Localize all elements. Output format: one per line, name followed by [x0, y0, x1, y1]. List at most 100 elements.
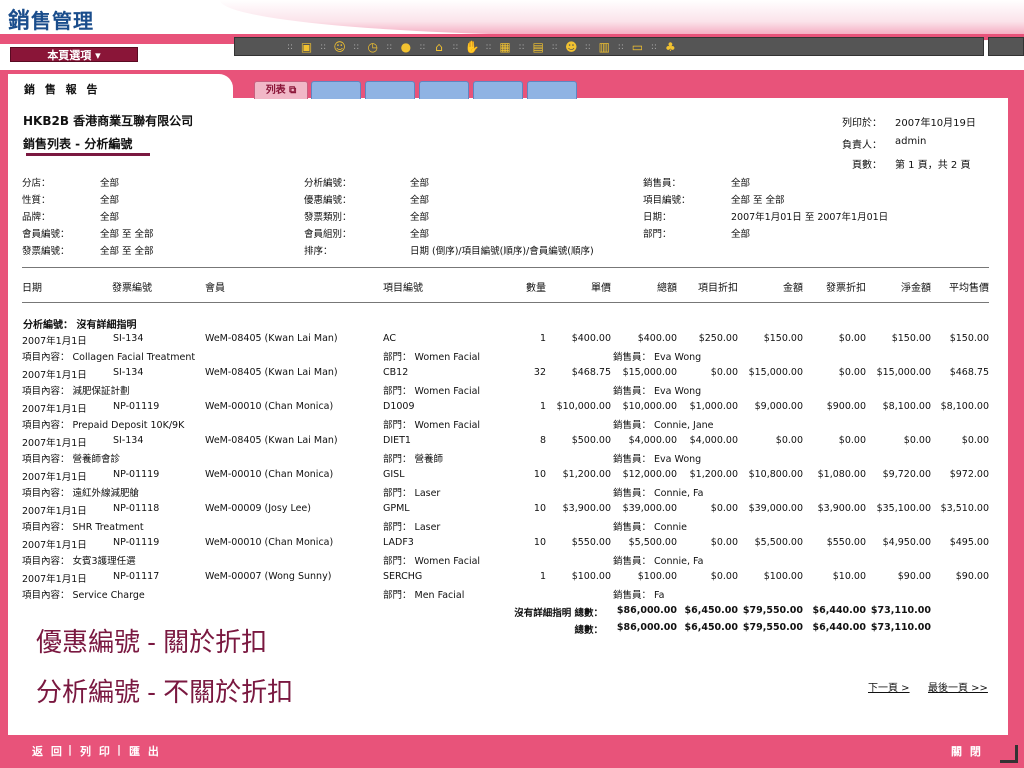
cell-date: 2007年1月1日	[22, 472, 87, 483]
tab-list[interactable]: 列表 ⧉	[254, 81, 308, 99]
filter-value: 全部	[410, 229, 430, 240]
back-button[interactable]: 返 回	[32, 743, 64, 759]
tab-blank-3[interactable]	[419, 81, 469, 99]
cell-price: $468.75	[571, 367, 611, 378]
cell-item-disc: $4,000.00	[689, 435, 738, 446]
owner-value: admin	[895, 136, 927, 147]
people-icon[interactable]: ☺	[330, 39, 349, 54]
cell-item-disc: $0.00	[710, 571, 738, 582]
cell-amount: $39,000.00	[748, 503, 803, 514]
filter-label: 會員編號：	[22, 229, 70, 240]
filter-value: 全部	[410, 178, 430, 189]
tab-blank-1[interactable]	[311, 81, 361, 99]
filter-value: 全部	[100, 178, 120, 189]
filter-value: 全部 至 全部	[100, 229, 154, 240]
item-content: 項目內容： 女賓3護理任選	[22, 556, 136, 567]
clock-icon[interactable]: ◷	[363, 39, 382, 54]
subtotal-net: $73,110.00	[870, 605, 931, 616]
owner-label: 負責人：	[842, 140, 882, 151]
item-salesperson: 銷售員： Connie	[613, 522, 687, 533]
cell-price: $100.00	[571, 571, 611, 582]
note-analysis: 分析編號 - 不關於折扣	[36, 677, 294, 707]
filter-label: 品牌：	[22, 212, 51, 223]
cell-inv-disc: $0.00	[838, 435, 866, 446]
cell-item-disc: $250.00	[698, 333, 738, 344]
toolbar-end	[988, 37, 1024, 56]
header-rule-top	[22, 267, 989, 268]
item-department: 部門： Men Facial	[383, 590, 465, 601]
group-icon[interactable]: ☻	[562, 39, 581, 54]
column-header: 平均售價	[949, 283, 989, 294]
item-department: 部門： 營養師	[383, 454, 444, 465]
column-header: 總額	[657, 283, 677, 294]
users-icon[interactable]: ♣	[661, 39, 680, 54]
page-options-button[interactable]: 本頁選項 ▾	[10, 47, 138, 62]
cell-net: $9,720.00	[882, 469, 931, 480]
cell-item-disc: $0.00	[710, 537, 738, 548]
filter-label: 項目編號：	[643, 195, 691, 206]
coin-icon[interactable]: ●	[396, 39, 415, 54]
export-button[interactable]: 匯 出	[129, 743, 161, 759]
tab-blank-4[interactable]	[473, 81, 523, 99]
column-header: 淨金額	[901, 283, 931, 294]
tab-blank-5[interactable]	[527, 81, 577, 99]
popup-icon: ⧉	[289, 85, 297, 96]
cell-price: $1,200.00	[562, 469, 611, 480]
cell-item-disc: $1,000.00	[689, 401, 738, 412]
hand-icon[interactable]: ✋	[462, 39, 481, 54]
column-header: 會員	[205, 283, 225, 294]
subtotal-amount: $79,550.00	[742, 605, 803, 616]
cell-invoice: NP-01117	[113, 571, 160, 582]
cell-member: WeM-00010 (Chan Monica)	[205, 401, 334, 412]
last-page-link[interactable]: 最後一頁 >>	[928, 679, 988, 694]
notebook-icon[interactable]: ▥	[595, 39, 614, 54]
item-salesperson: 銷售員： Eva Wong	[613, 352, 702, 363]
cell-total: $100.00	[637, 571, 677, 582]
filter-label: 分店：	[22, 178, 51, 189]
resize-handle[interactable]	[1000, 745, 1018, 763]
cell-date: 2007年1月1日	[22, 506, 87, 517]
filter-label: 排序：	[304, 246, 333, 257]
calculator-icon[interactable]: ▦	[496, 39, 515, 54]
cell-qty: 32	[533, 367, 546, 378]
cell-member: WeM-08405 (Kwan Lai Man)	[205, 367, 338, 378]
cell-invoice: NP-01118	[113, 503, 160, 514]
cell-total: $10,000.00	[622, 401, 677, 412]
item-content: 項目內容： 減肥保証計劃	[22, 386, 130, 397]
next-page-link[interactable]: 下一頁 >	[868, 679, 910, 694]
cell-member: WeM-00007 (Wong Sunny)	[205, 571, 332, 582]
filter-label: 部門：	[643, 229, 672, 240]
cell-date: 2007年1月1日	[22, 540, 87, 551]
monitor-icon[interactable]: ▭	[628, 39, 647, 54]
column-header: 發票編號	[112, 283, 152, 294]
tab-blank-2[interactable]	[365, 81, 415, 99]
cell-item-disc: $0.00	[710, 503, 738, 514]
print-button[interactable]: 列 印	[80, 743, 112, 759]
company-name: HKB2B 香港商業互聯有限公司	[23, 114, 194, 128]
filter-value: 全部	[410, 195, 430, 206]
filter-value: 2007年1月01日 至 2007年1月01日	[731, 212, 889, 223]
filter-value: 全部 至 全部	[731, 195, 785, 206]
clipboard-icon[interactable]: ▤	[529, 39, 548, 54]
column-header: 數量	[526, 283, 546, 294]
cell-qty: 10	[533, 503, 546, 514]
toolbar-separator: ::	[287, 41, 294, 52]
cell-price: $550.00	[571, 537, 611, 548]
print-label: 列印於：	[842, 118, 882, 129]
cell-amount: $10,800.00	[748, 469, 803, 480]
cell-qty: 10	[533, 537, 546, 548]
house-icon[interactable]: ⌂	[429, 39, 448, 54]
cell-item: AC	[383, 333, 396, 344]
cell-total: $4,000.00	[628, 435, 677, 446]
box-icon[interactable]: ▣	[297, 39, 316, 54]
cell-avg: $150.00	[949, 333, 989, 344]
cell-inv-disc: $3,900.00	[817, 503, 866, 514]
close-button[interactable]: 關 閉	[951, 743, 983, 759]
cell-item-disc: $0.00	[710, 367, 738, 378]
filter-value: 全部	[100, 195, 120, 206]
page-label: 頁數：	[852, 160, 882, 171]
cell-total: $12,000.00	[622, 469, 677, 480]
filter-label: 優惠編號：	[304, 195, 352, 206]
print-date: 2007年10月19日	[895, 118, 976, 129]
toolbar-separator: ::	[353, 41, 360, 52]
